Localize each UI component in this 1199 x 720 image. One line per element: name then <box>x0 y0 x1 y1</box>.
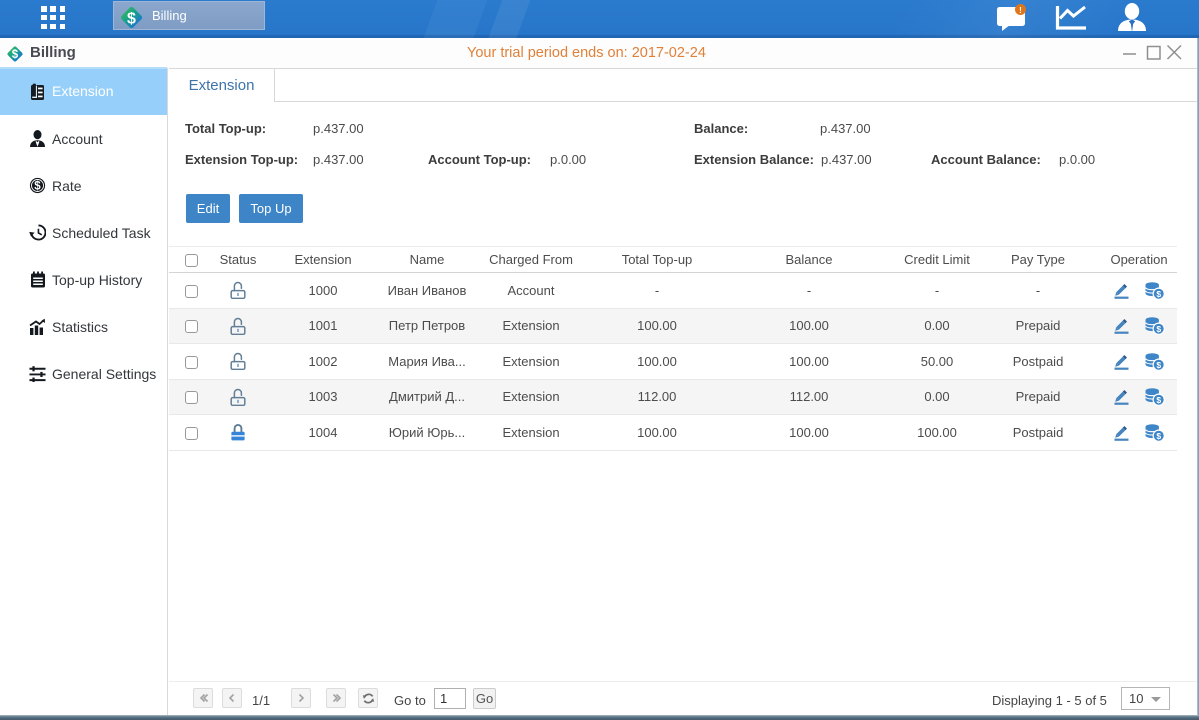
svg-text:$: $ <box>34 181 41 193</box>
svg-text:$: $ <box>127 10 136 27</box>
svg-text:$: $ <box>1156 395 1161 405</box>
svg-text:$: $ <box>1156 431 1161 441</box>
svg-text:$: $ <box>1156 360 1161 370</box>
svg-text:!: ! <box>1019 6 1022 15</box>
svg-text:$: $ <box>1156 289 1161 299</box>
svg-text:$: $ <box>12 49 19 61</box>
svg-text:$: $ <box>1156 324 1161 334</box>
